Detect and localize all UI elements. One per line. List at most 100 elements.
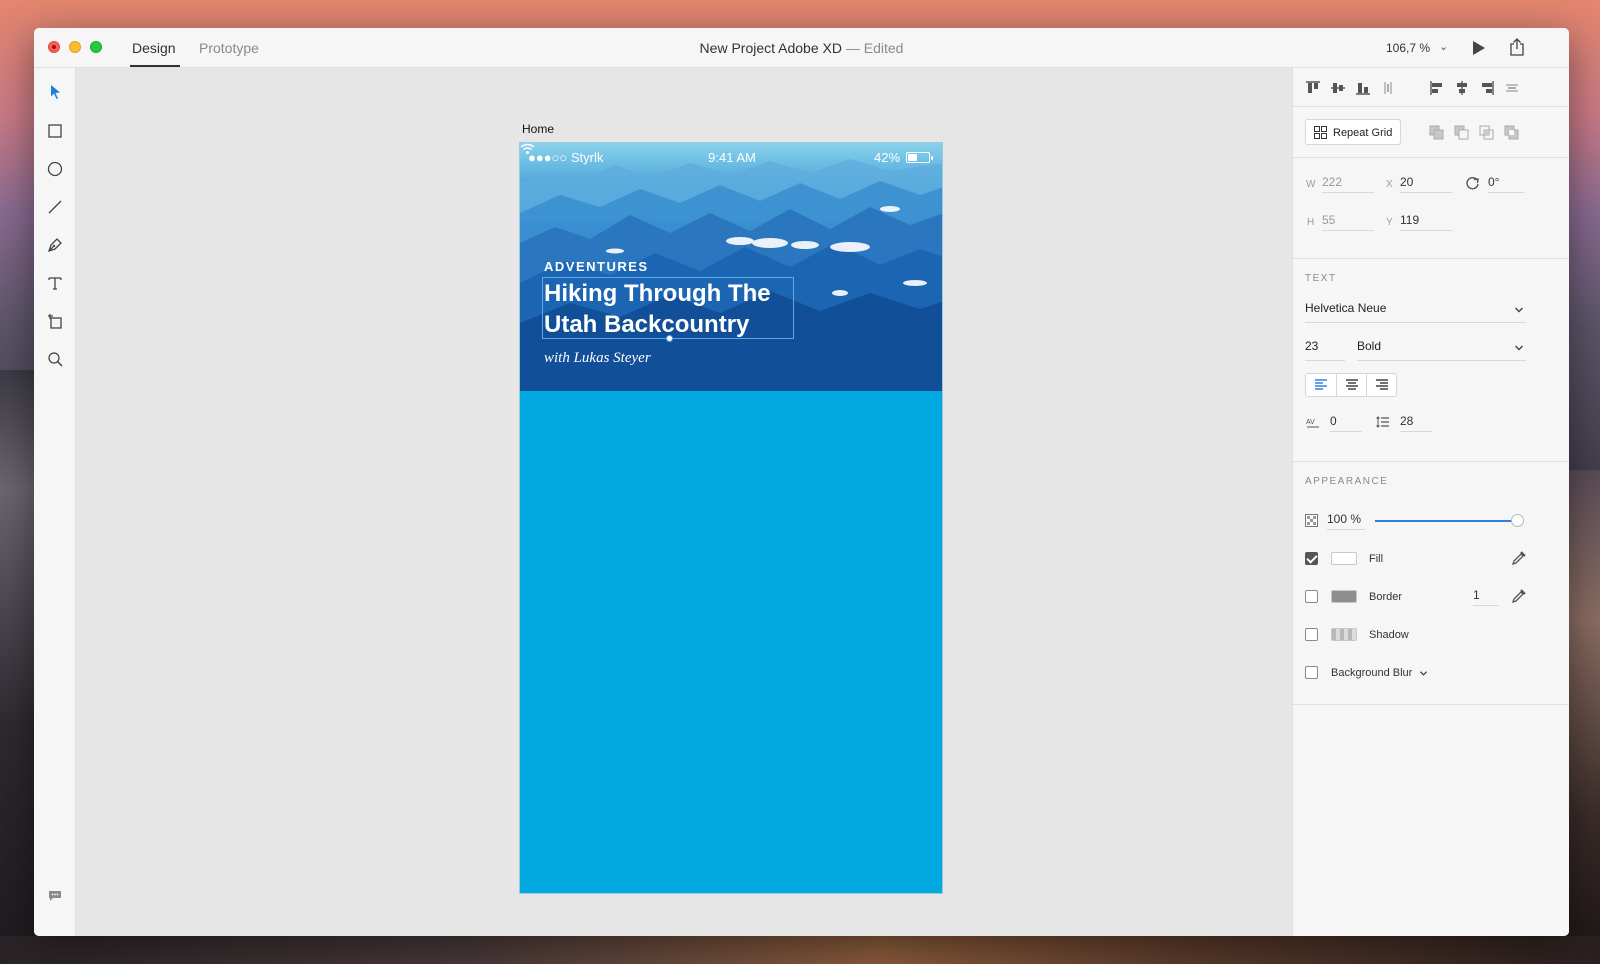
property-inspector: Repeat Grid W 222 X 20 0° H 55 Y 119 TEX…: [1292, 68, 1569, 936]
pen-icon[interactable]: [46, 236, 64, 254]
rotation-field[interactable]: 0°: [1488, 175, 1524, 193]
battery-icon: [906, 152, 933, 163]
shadow-swatch[interactable]: [1331, 628, 1357, 641]
font-weight-value: Bold: [1357, 339, 1382, 353]
line-spacing-field[interactable]: 28: [1400, 414, 1432, 432]
rotate-icon: [1466, 177, 1479, 190]
wallpaper-mountain-right: [1564, 470, 1600, 964]
font-size-field[interactable]: 23: [1305, 339, 1345, 361]
align-bottom-icon[interactable]: [1355, 80, 1371, 96]
text-align-left-icon: [1315, 379, 1327, 390]
align-center-icon[interactable]: [1454, 80, 1470, 96]
fill-label: Fill: [1369, 553, 1384, 565]
repeat-grid-icon: [1314, 126, 1327, 139]
border-label: Border: [1369, 591, 1403, 603]
character-spacing-field[interactable]: 0: [1330, 414, 1362, 432]
zoom-level-dropdown[interactable]: 106,7 %: [1386, 41, 1430, 55]
title-bar: Design Prototype New Project Adobe XD — …: [34, 28, 1569, 68]
line-spacing-icon: [1376, 416, 1389, 428]
opacity-slider-knob[interactable]: [1511, 514, 1524, 527]
fill-checkbox[interactable]: [1305, 552, 1318, 565]
width-label: W: [1306, 179, 1316, 190]
hero-title-line-1: Hiking Through The: [544, 280, 771, 307]
border-checkbox[interactable]: [1305, 590, 1318, 603]
play-preview-icon[interactable]: [1473, 41, 1485, 55]
chevron-down-icon: [1515, 345, 1523, 351]
wallpaper-mountain-bottom: [0, 936, 1600, 964]
width-field[interactable]: 222: [1322, 175, 1374, 193]
eyedropper-icon[interactable]: [1511, 550, 1527, 566]
align-middle-icon[interactable]: [1330, 80, 1346, 96]
chevron-down-icon: [1515, 307, 1523, 313]
font-family-dropdown[interactable]: Helvetica Neue: [1305, 301, 1526, 323]
share-icon[interactable]: [1509, 38, 1525, 56]
border-width-field[interactable]: 1: [1473, 588, 1499, 606]
appearance-section-title: APPEARANCE: [1305, 476, 1389, 487]
opacity-slider-track[interactable]: [1375, 520, 1517, 522]
boolean-intersect-icon[interactable]: [1479, 125, 1495, 141]
hero-image[interactable]: ●●●○○ Styrlk 9:41 AM 42% ADVENTURES Hiki…: [520, 143, 942, 391]
font-size-value: 23: [1305, 339, 1319, 353]
comment-icon[interactable]: [48, 890, 62, 902]
align-left-icon[interactable]: [1429, 80, 1445, 96]
background-blur-checkbox[interactable]: [1305, 666, 1318, 679]
height-field[interactable]: 55: [1322, 213, 1374, 231]
repeat-grid-button[interactable]: Repeat Grid: [1305, 119, 1401, 145]
svg-text:AV: AV: [1306, 419, 1315, 426]
height-label: H: [1307, 217, 1315, 228]
select-arrow-icon[interactable]: [46, 83, 64, 101]
document-name: New Project Adobe XD: [699, 40, 842, 56]
text-section-title: TEXT: [1305, 273, 1337, 284]
window-title: New Project Adobe XD — Edited: [34, 40, 1569, 56]
fill-color-swatch[interactable]: [1331, 552, 1357, 565]
align-right-icon[interactable]: [1479, 80, 1495, 96]
repeat-grid-label: Repeat Grid: [1333, 127, 1393, 139]
border-color-swatch[interactable]: [1331, 590, 1357, 603]
hero-kicker[interactable]: ADVENTURES: [544, 259, 649, 274]
background-blur-label: Background Blur: [1331, 667, 1413, 679]
background-blur-dropdown[interactable]: Background Blur: [1331, 667, 1428, 679]
opacity-icon: [1305, 514, 1318, 527]
title-separator: —: [841, 40, 864, 56]
text-align-right-button[interactable]: [1366, 374, 1396, 396]
artboard-icon[interactable]: [46, 312, 64, 330]
align-top-icon[interactable]: [1305, 80, 1321, 96]
zoom-icon[interactable]: [46, 350, 64, 368]
boolean-add-icon[interactable]: [1429, 125, 1445, 141]
document-status: Edited: [863, 40, 904, 56]
chevron-down-icon[interactable]: ⌄: [1439, 40, 1448, 53]
line-icon[interactable]: [46, 198, 64, 216]
opacity-field[interactable]: 100 %: [1327, 512, 1365, 530]
distribute-horizontal-icon[interactable]: [1504, 80, 1520, 96]
chevron-down-icon: [1420, 670, 1428, 676]
tools-panel: [34, 68, 76, 936]
text-align-center-icon: [1346, 379, 1358, 390]
artboard-home[interactable]: ●●●○○ Styrlk 9:41 AM 42% ADVENTURES Hiki…: [519, 142, 943, 894]
x-field[interactable]: 20: [1400, 175, 1452, 193]
appearance-section: APPEARANCE 100 % Fill Border 1 Shadow Ba…: [1293, 462, 1569, 705]
artboard-name[interactable]: Home: [522, 122, 554, 136]
distribute-vertical-icon[interactable]: [1380, 80, 1396, 96]
rectangle-icon[interactable]: [46, 122, 64, 140]
text-section: TEXT Helvetica Neue 23 Bold AV 0 28: [1293, 259, 1569, 462]
character-spacing-icon: AV: [1306, 419, 1319, 428]
text-icon[interactable]: [46, 274, 64, 292]
y-label: Y: [1386, 217, 1393, 228]
repeat-grid-section: Repeat Grid: [1293, 107, 1569, 158]
font-weight-dropdown[interactable]: Bold: [1357, 339, 1526, 361]
ellipse-icon[interactable]: [46, 160, 64, 178]
shadow-checkbox[interactable]: [1305, 628, 1318, 641]
y-field[interactable]: 119: [1400, 213, 1452, 231]
design-canvas[interactable]: Home ●●●○○ Styrlk 9:41 AM 42% ADVENTURES…: [76, 68, 1292, 936]
resize-handle[interactable]: [666, 335, 673, 342]
eyedropper-icon[interactable]: [1511, 588, 1527, 604]
x-label: X: [1386, 179, 1393, 190]
boolean-exclude-icon[interactable]: [1504, 125, 1520, 141]
text-align-left-button[interactable]: [1306, 374, 1336, 396]
text-align-group: [1305, 373, 1397, 397]
text-align-center-button[interactable]: [1336, 374, 1366, 396]
hero-title-selected[interactable]: Hiking Through The Utah Backcountry: [542, 277, 794, 339]
boolean-subtract-icon[interactable]: [1454, 125, 1470, 141]
shadow-label: Shadow: [1369, 629, 1409, 641]
hero-byline[interactable]: with Lukas Steyer: [544, 350, 651, 367]
